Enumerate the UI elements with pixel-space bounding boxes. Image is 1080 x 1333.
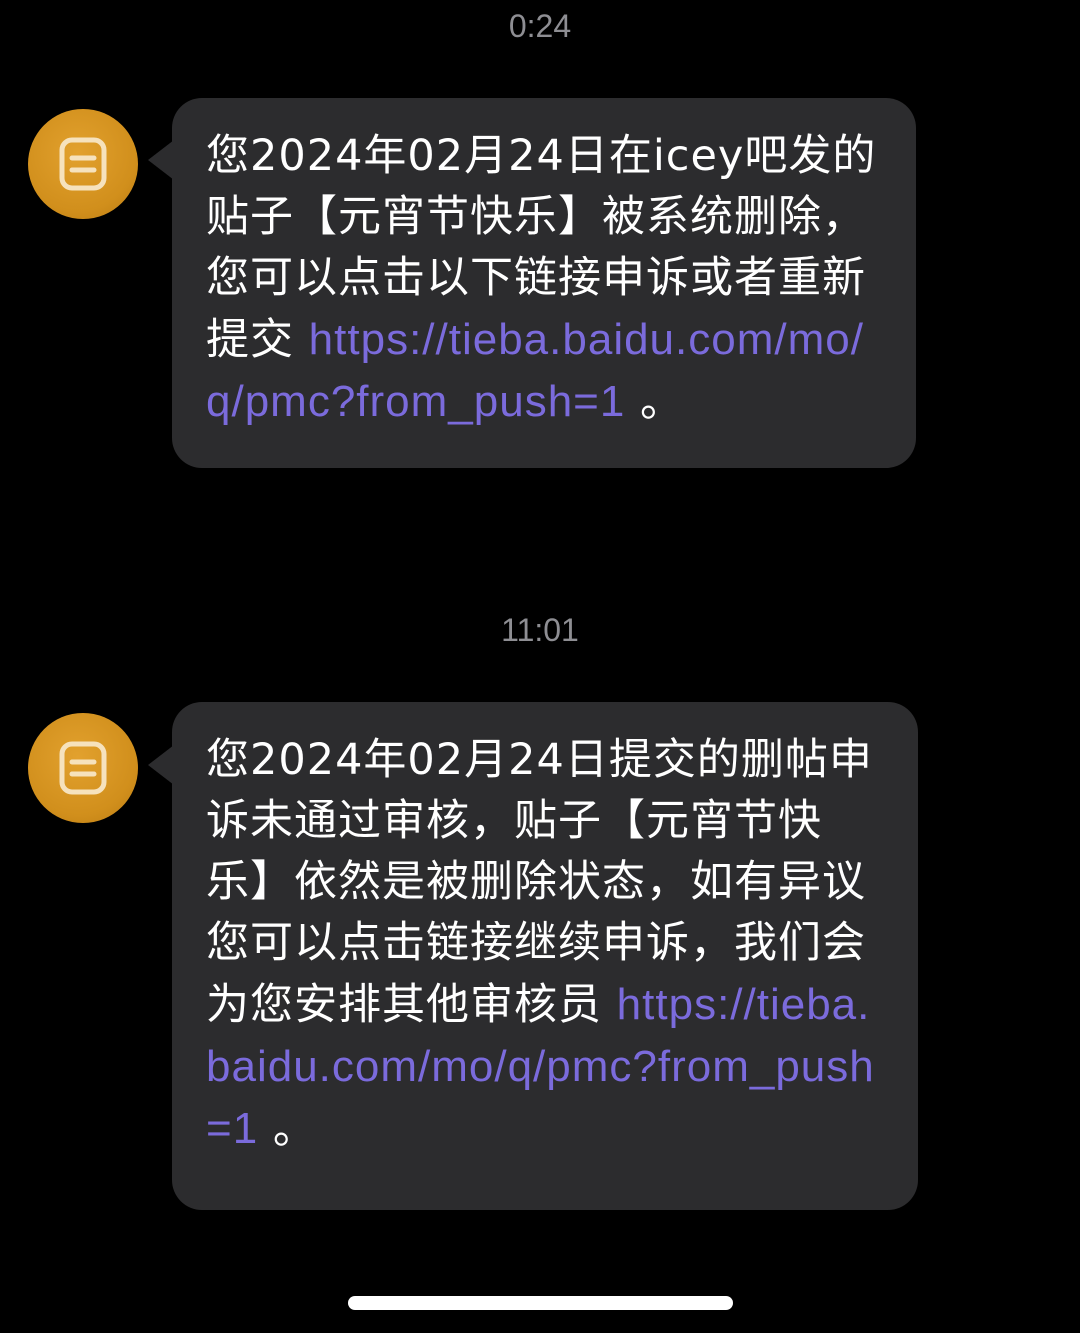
message-end-1: 。: [625, 377, 685, 427]
message-end-2: 。: [258, 1104, 317, 1154]
timestamp-1: 0:24: [508, 8, 572, 44]
message-bubble-1[interactable]: 您2024年02月24日在icey吧发的贴子【元宵节快乐】被系统删除，您可以点击…: [172, 98, 916, 468]
document-icon: [59, 741, 107, 795]
document-icon: [59, 137, 107, 191]
message-bubble-2[interactable]: 您2024年02月24日提交的删帖申诉未通过审核，贴子【元宵节快乐】依然是被删除…: [172, 702, 918, 1210]
bubble-tail-2: [148, 745, 174, 785]
message-link-1[interactable]: https://tieba.baidu.com/mo/q/pmc?from_pu…: [206, 315, 864, 426]
timestamp-2: 11:01: [501, 612, 579, 648]
home-indicator[interactable]: [348, 1296, 733, 1310]
sender-avatar-1[interactable]: [28, 109, 138, 219]
bubble-tail-1: [148, 140, 174, 180]
sender-avatar-2[interactable]: [28, 713, 138, 823]
